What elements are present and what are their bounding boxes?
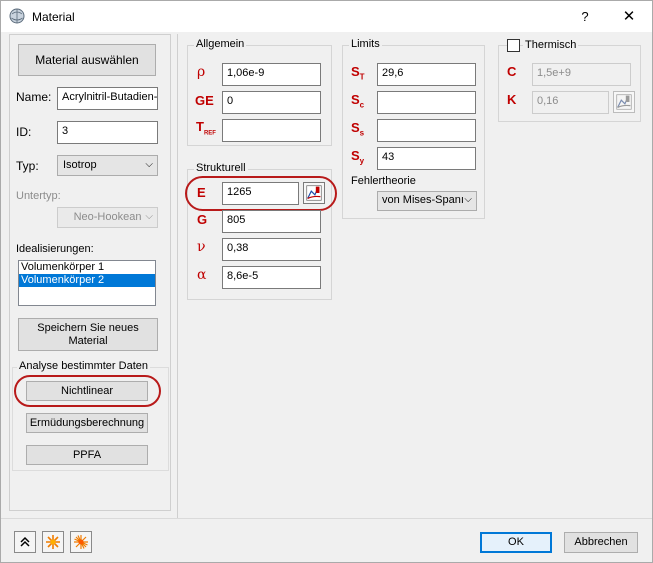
tref-symbol: TREF [196, 119, 216, 137]
collapse-button[interactable] [14, 531, 36, 553]
rho-field[interactable]: 1,06e-9 [222, 63, 321, 86]
sparkle-button[interactable] [70, 531, 92, 553]
chevron-down-icon: ⌵ [464, 194, 472, 205]
material-sphere-icon [9, 8, 25, 24]
select-material-button[interactable]: Material auswählen [18, 44, 156, 76]
cancel-button[interactable]: Abbrechen [564, 532, 638, 553]
thermisch-title: Thermisch [523, 39, 579, 51]
close-button[interactable]: ✕ [609, 5, 649, 29]
st-symbol-main: S [351, 64, 360, 79]
analysis-group-title: Analyse bestimmter Daten [17, 360, 150, 372]
alpha-symbol: α [197, 267, 207, 283]
sy-symbol-sub: y [359, 156, 365, 166]
window-title: Material [32, 10, 75, 24]
ss-symbol-sub: s [359, 128, 365, 138]
thermal-checkbox[interactable] [507, 39, 520, 52]
compressive-limit-field[interactable] [377, 91, 476, 114]
idealizations-list[interactable]: Volumenkörper 1 Volumenkörper 2 [18, 260, 156, 306]
material-dialog: Material ? ✕ Material auswählen Name: Ac… [0, 0, 653, 563]
conductivity-field: 0,16 [532, 91, 609, 114]
nu-symbol: ν [197, 239, 206, 255]
id-field[interactable]: 3 [57, 121, 158, 144]
poisson-ratio-field[interactable]: 0,38 [222, 238, 321, 261]
list-item[interactable]: Volumenkörper 2 [19, 274, 155, 287]
fatigue-button[interactable]: Ermüdungsberechnung [26, 413, 148, 433]
strukturell-title: Strukturell [194, 162, 248, 174]
failure-theory-value: von Mises-Spanı [382, 194, 464, 206]
name-field[interactable]: Acrylnitril-Butadien- [57, 87, 158, 110]
orange-sparkle-icon [74, 535, 88, 549]
ppfa-button[interactable]: PPFA [26, 445, 148, 465]
left-panel: Material auswählen Name: Acrylnitril-But… [9, 34, 171, 511]
failure-theory-select[interactable]: von Mises-Spanı ⌵ [377, 191, 477, 211]
thermal-expansion-field[interactable]: 8,6e-5 [222, 266, 321, 289]
ss-symbol-main: S [351, 120, 360, 135]
g-symbol: G [197, 212, 208, 227]
ss-symbol: Ss [351, 120, 364, 138]
list-item[interactable]: Volumenkörper 1 [19, 261, 155, 274]
tref-symbol-sub: REF [203, 130, 216, 137]
subtype-select-value: Neo-Hookean [73, 211, 142, 223]
sy-symbol-main: S [351, 148, 360, 163]
subtype-label: Untertyp: [16, 190, 61, 202]
save-new-material-button[interactable]: Speichern Sie neues Material [18, 318, 158, 351]
sc-symbol-sub: c [359, 100, 365, 110]
tref-field[interactable] [222, 119, 321, 142]
stress-strain-chart-icon [613, 91, 635, 113]
name-label: Name: [16, 90, 52, 104]
shear-limit-field[interactable] [377, 119, 476, 142]
ok-button[interactable]: OK [480, 532, 552, 553]
subtype-select: Neo-Hookean ⌵ [57, 207, 158, 228]
sc-symbol: Sc [351, 92, 364, 110]
orange-star-icon [46, 535, 60, 549]
ge-symbol: GE [195, 93, 214, 108]
type-label: Typ: [16, 159, 39, 173]
star-button[interactable] [42, 531, 64, 553]
type-select[interactable]: Isotrop ⌵ [57, 155, 158, 176]
k-symbol: K [507, 92, 517, 107]
tensile-limit-field[interactable]: 29,6 [377, 63, 476, 86]
highlight-ring-nonlinear [14, 375, 161, 407]
allgemein-title: Allgemein [194, 38, 247, 50]
tref-symbol-main: T [196, 119, 204, 134]
chevron-down-icon: ⌵ [145, 211, 153, 222]
sy-symbol: Sy [351, 148, 364, 166]
double-chevron-up-icon [20, 536, 30, 547]
failure-theory-label: Fehlertheorie [351, 175, 416, 187]
divider [1, 518, 652, 519]
yield-limit-field[interactable]: 43 [377, 147, 476, 170]
c-symbol: C [507, 64, 517, 79]
specific-heat-field: 1,5e+9 [532, 63, 631, 86]
sc-symbol-main: S [351, 92, 360, 107]
st-symbol-sub: T [359, 72, 365, 82]
limits-title: Limits [349, 38, 382, 50]
help-button[interactable]: ? [567, 5, 603, 29]
ge-field[interactable]: 0 [222, 91, 321, 114]
title-bar: Material ? ✕ [1, 1, 652, 32]
type-select-value: Isotrop [63, 159, 97, 171]
idealizations-label: Idealisierungen: [16, 243, 94, 255]
rho-symbol: ρ [197, 64, 206, 80]
st-symbol: ST [351, 64, 365, 82]
highlight-ring-e-modulus [185, 176, 337, 211]
divider [177, 34, 178, 518]
chevron-down-icon: ⌵ [145, 159, 153, 170]
g-modulus-field[interactable]: 805 [222, 210, 321, 233]
id-label: ID: [16, 125, 32, 139]
